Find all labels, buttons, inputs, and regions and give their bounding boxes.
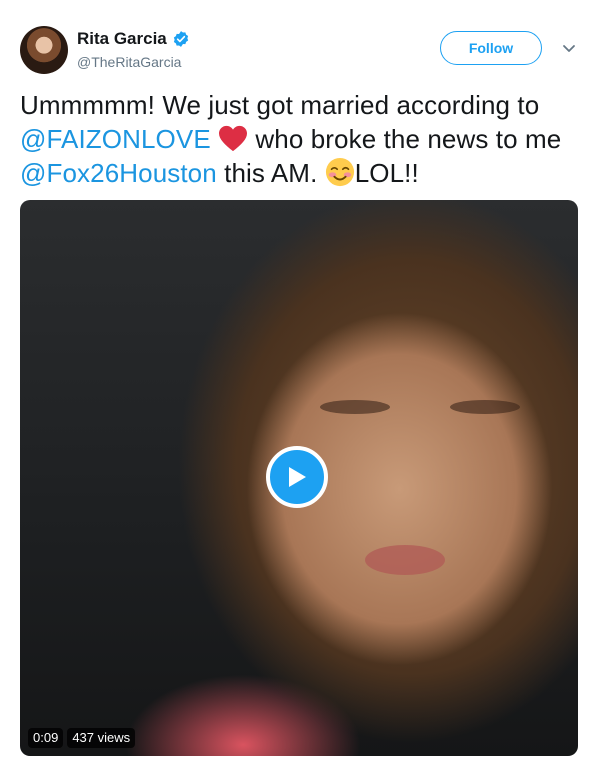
author-handle[interactable]: @TheRitaGarcia [77,52,190,72]
tweet-text-part: this AM. [216,158,325,188]
tweet-text: Ummmmm! We just got married according to… [20,88,590,190]
tweet-text-part: who broke the news to me [248,124,562,154]
tweet-text-part: LOL!! [354,158,419,188]
video-duration: 0:09 [28,728,64,748]
author-name[interactable]: Rita Garcia [77,28,167,50]
video-player[interactable]: 0:09 437 views [20,200,578,756]
video-frame-detail [365,545,445,575]
video-badges: 0:09 437 views [28,728,136,748]
video-frame-detail [320,400,390,414]
chevron-down-icon[interactable] [561,40,577,56]
play-button[interactable] [266,446,328,508]
verified-badge-icon [173,31,188,47]
name-row: Rita Garcia [77,28,190,50]
avatar[interactable] [20,26,68,74]
red-heart-icon [219,125,248,152]
follow-button[interactable]: Follow [440,31,542,65]
tweet-text-part: Ummmmm! We just got married according to [20,90,540,120]
mention-link[interactable]: @FAIZONLOVE [20,124,211,154]
smiling-face-icon [325,157,354,187]
play-icon [289,467,306,487]
mention-link[interactable]: @Fox26Houston [20,158,217,188]
tweet-card: Rita Garcia @TheRitaGarcia Follow Ummmmm… [0,0,608,774]
view-count: 437 views [67,728,136,748]
author-block: Rita Garcia @TheRitaGarcia [77,28,190,72]
video-frame-detail [450,400,520,414]
